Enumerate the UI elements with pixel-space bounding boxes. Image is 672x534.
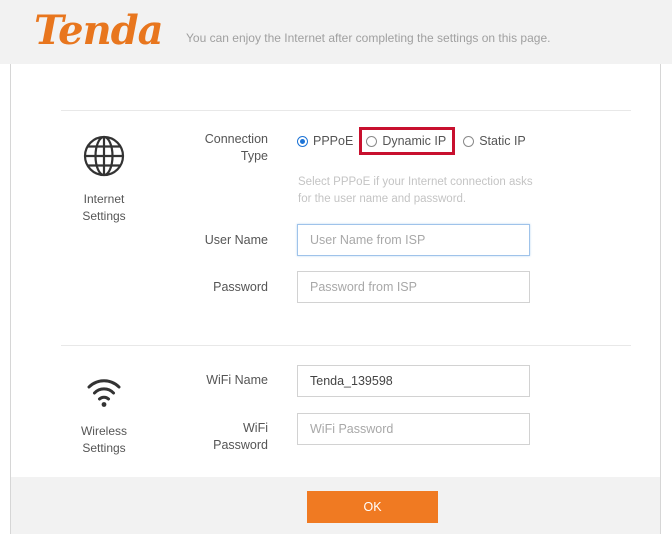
tenda-logo: Tenda xyxy=(34,7,164,54)
username-label: User Name xyxy=(204,233,268,247)
password-input[interactable] xyxy=(297,271,530,303)
ok-button[interactable]: OK xyxy=(307,491,438,523)
wifi-password-label-line2: Password xyxy=(213,438,268,452)
radio-dynamic-ip[interactable]: Dynamic IP xyxy=(359,127,456,155)
username-input[interactable] xyxy=(297,224,530,256)
internet-settings-label: Internet Settings xyxy=(71,191,137,225)
globe-icon xyxy=(83,135,125,177)
wifi-password-input[interactable] xyxy=(297,413,530,445)
top-divider xyxy=(61,110,631,111)
radio-static-ip-label: Static IP xyxy=(479,134,526,148)
connection-type-label-line1: Connection xyxy=(204,132,268,146)
wifi-icon xyxy=(87,379,121,407)
wifi-name-label: WiFi Name xyxy=(206,373,268,387)
password-label: Password xyxy=(213,280,268,294)
pppoe-hint-line2: for the user name and password. xyxy=(298,193,467,205)
wireless-label-line2: Settings xyxy=(82,441,126,455)
connection-type-label-line2: Type xyxy=(240,149,268,163)
page-header: Tenda You can enjoy the Internet after c… xyxy=(0,0,672,64)
wifi-password-label-line1: WiFi xyxy=(243,421,268,435)
wifi-name-input[interactable] xyxy=(297,365,530,397)
radio-pppoe-dot[interactable] xyxy=(297,135,308,147)
wireless-settings-label: Wireless Settings xyxy=(71,423,137,457)
form-footer: OK xyxy=(11,477,660,534)
radio-dynamic-ip-dot[interactable] xyxy=(366,135,378,147)
radio-static-ip[interactable]: Static IP xyxy=(463,130,526,152)
section-divider xyxy=(61,345,631,346)
settings-card: Internet Settings Connection Type PPPoE … xyxy=(10,64,661,534)
radio-pppoe[interactable]: PPPoE xyxy=(297,130,353,152)
internet-label-line2: Settings xyxy=(82,209,126,223)
wireless-label-line1: Wireless xyxy=(80,424,127,438)
internet-label-line1: Internet xyxy=(83,192,125,206)
radio-static-ip-dot[interactable] xyxy=(463,135,475,147)
connection-type-radio-group: PPPoE Dynamic IP Static IP xyxy=(297,127,534,155)
connection-type-label: Connection Type xyxy=(161,131,268,165)
radio-pppoe-label: PPPoE xyxy=(313,134,354,148)
pppoe-hint-line1: Select PPPoE if your Internet connection… xyxy=(298,176,533,188)
pppoe-hint: Select PPPoE if your Internet connection… xyxy=(298,174,598,208)
wifi-password-label: WiFi Password xyxy=(161,420,268,454)
radio-dynamic-ip-label: Dynamic IP xyxy=(382,134,447,148)
header-tagline: You can enjoy the Internet after complet… xyxy=(186,31,551,45)
